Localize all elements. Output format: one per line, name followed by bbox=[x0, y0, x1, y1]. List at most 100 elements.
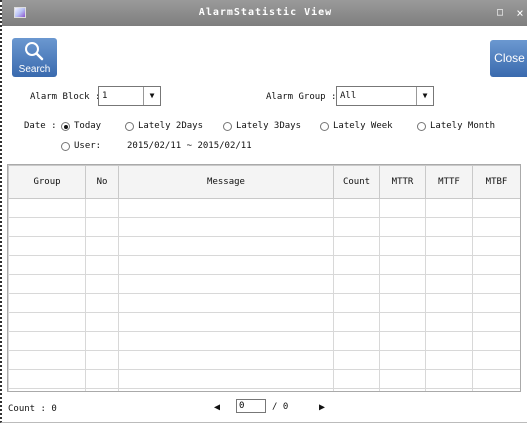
table-cell bbox=[472, 350, 520, 370]
table-row[interactable] bbox=[8, 331, 520, 351]
column-header-group[interactable]: Group bbox=[8, 165, 86, 199]
table-row[interactable] bbox=[8, 293, 520, 313]
table-cell bbox=[472, 198, 520, 218]
table-cell bbox=[118, 331, 334, 351]
footer-count: Count : 0 bbox=[8, 404, 57, 414]
date-label: Date : bbox=[24, 121, 57, 131]
table-cell bbox=[425, 293, 473, 313]
table-cell bbox=[8, 369, 86, 389]
date-radio-lately-3days[interactable] bbox=[223, 122, 232, 131]
table-cell bbox=[118, 350, 334, 370]
page-total: / 0 bbox=[272, 402, 289, 412]
table-cell bbox=[118, 198, 334, 218]
table-cell bbox=[118, 369, 334, 389]
table-cell bbox=[333, 331, 380, 351]
table-cell bbox=[85, 331, 119, 351]
date-option-label: Lately 2Days bbox=[138, 121, 204, 131]
table-cell bbox=[379, 274, 426, 294]
table-cell bbox=[85, 369, 119, 389]
table-cell bbox=[85, 274, 119, 294]
table-cell bbox=[379, 369, 426, 389]
table-cell bbox=[472, 388, 520, 391]
table-row[interactable] bbox=[8, 198, 520, 218]
table-cell bbox=[85, 198, 119, 218]
date-radio-user[interactable] bbox=[61, 142, 70, 151]
date-radio-lately-week[interactable] bbox=[320, 122, 329, 131]
search-icon bbox=[25, 42, 44, 61]
column-header-no[interactable]: No bbox=[85, 165, 119, 199]
table-row[interactable] bbox=[8, 236, 520, 256]
search-button-label: Search bbox=[18, 64, 51, 75]
table-row[interactable] bbox=[8, 350, 520, 370]
date-option-label: Lately Week bbox=[333, 121, 393, 131]
table-cell bbox=[8, 217, 86, 237]
table-cell bbox=[118, 312, 334, 332]
date-option-label: Today bbox=[74, 121, 102, 131]
table-cell bbox=[472, 293, 520, 313]
table-cell bbox=[333, 369, 380, 389]
table-row[interactable] bbox=[8, 388, 520, 391]
table-cell bbox=[8, 312, 86, 332]
alarm-group-select[interactable]: All ▼ bbox=[336, 86, 434, 106]
table-cell bbox=[425, 388, 473, 391]
table-cell bbox=[379, 293, 426, 313]
maximize-icon[interactable]: □ bbox=[492, 5, 508, 21]
table-cell bbox=[333, 350, 380, 370]
date-option-label: Lately Month bbox=[430, 121, 496, 131]
table-row[interactable] bbox=[8, 274, 520, 294]
next-page-icon[interactable]: ▶ bbox=[319, 402, 325, 413]
table-cell bbox=[333, 312, 380, 332]
table-cell bbox=[472, 331, 520, 351]
date-radio-lately-2days[interactable] bbox=[125, 122, 134, 131]
table-cell bbox=[85, 255, 119, 275]
table-cell bbox=[85, 350, 119, 370]
column-header-count[interactable]: Count bbox=[333, 165, 380, 199]
alarm-group-label: Alarm Group : bbox=[266, 92, 337, 102]
alarm-block-select[interactable]: 1 ▼ bbox=[98, 86, 161, 106]
prev-page-icon[interactable]: ◀ bbox=[214, 402, 220, 413]
table-cell bbox=[379, 255, 426, 275]
table-cell bbox=[85, 236, 119, 256]
page-number-input[interactable] bbox=[236, 399, 266, 413]
table-cell bbox=[118, 217, 334, 237]
count-label: Count : bbox=[8, 404, 46, 414]
alarm-group-value: All bbox=[340, 91, 357, 101]
table-row[interactable] bbox=[8, 217, 520, 237]
table-cell bbox=[333, 217, 380, 237]
table-cell bbox=[379, 388, 426, 391]
date-radio-lately-month[interactable] bbox=[417, 122, 426, 131]
table-cell bbox=[85, 293, 119, 313]
table-cell bbox=[379, 312, 426, 332]
alarm-statistic-window: AlarmStatistic View □ × Search Close Ala… bbox=[0, 0, 527, 423]
title-bar[interactable]: AlarmStatistic View □ × bbox=[2, 0, 527, 26]
table-cell bbox=[333, 293, 380, 313]
search-button[interactable]: Search bbox=[12, 38, 57, 77]
window-title: AlarmStatistic View bbox=[198, 7, 333, 18]
table-cell bbox=[8, 388, 86, 391]
table-cell bbox=[8, 293, 86, 313]
table-cell bbox=[472, 312, 520, 332]
close-button[interactable]: Close bbox=[490, 40, 527, 77]
alarm-statistics-table[interactable]: Group No Message Count MTTR MTTF MTBF bbox=[7, 164, 521, 392]
table-row[interactable] bbox=[8, 255, 520, 275]
table-row[interactable] bbox=[8, 312, 520, 332]
date-range-text: 2015/02/11 ~ 2015/02/11 bbox=[127, 141, 252, 151]
close-window-icon[interactable]: × bbox=[512, 5, 527, 21]
table-cell bbox=[472, 236, 520, 256]
table-cell bbox=[85, 388, 119, 391]
table-cell bbox=[8, 255, 86, 275]
table-cell bbox=[425, 312, 473, 332]
table-cell bbox=[333, 198, 380, 218]
date-radio-today[interactable] bbox=[61, 122, 70, 131]
alarm-block-label: Alarm Block : bbox=[30, 92, 101, 102]
table-cell bbox=[379, 198, 426, 218]
table-cell bbox=[425, 236, 473, 256]
table-row[interactable] bbox=[8, 369, 520, 389]
count-value: 0 bbox=[51, 404, 57, 414]
column-header-mtbf[interactable]: MTBF bbox=[472, 165, 520, 199]
column-header-mttr[interactable]: MTTR bbox=[379, 165, 426, 199]
table-cell bbox=[333, 255, 380, 275]
table-cell bbox=[379, 217, 426, 237]
column-header-message[interactable]: Message bbox=[118, 165, 334, 199]
column-header-mttf[interactable]: MTTF bbox=[425, 165, 473, 199]
